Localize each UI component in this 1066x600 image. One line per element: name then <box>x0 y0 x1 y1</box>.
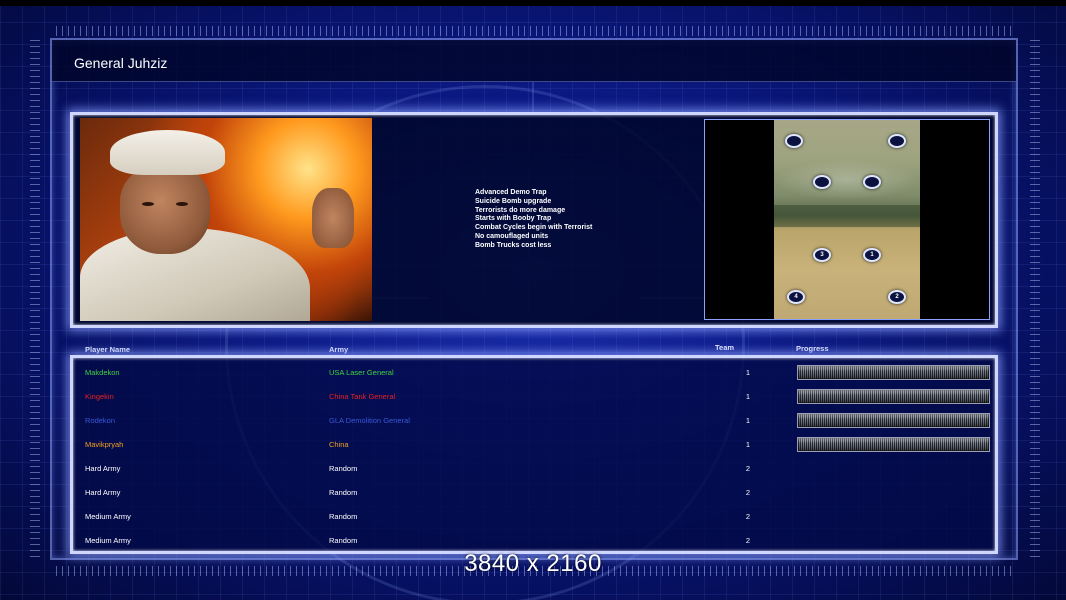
player-name: Hard Army <box>85 464 121 473</box>
table-row: Makdekon USA Laser General 1 <box>76 361 992 385</box>
player-name: Makdekon <box>85 368 120 377</box>
spawn-point-marker[interactable]: 2 <box>888 290 906 304</box>
spawn-point-marker[interactable] <box>863 175 881 189</box>
general-portrait <box>80 118 372 321</box>
player-army: Random <box>329 512 358 521</box>
player-name: Hard Army <box>85 488 121 497</box>
portrait-face <box>120 166 210 254</box>
feature-item: Suicide Bomb upgrade <box>475 197 552 205</box>
feature-item: No camouflaged units <box>475 232 549 240</box>
top-ruler <box>56 26 1016 36</box>
player-team: 1 <box>745 368 751 377</box>
portrait-hand <box>312 188 354 248</box>
table-row: Hard Army Random 2 <box>76 457 992 481</box>
general-title: General Juhziz <box>74 55 168 71</box>
left-ruler <box>30 40 40 560</box>
right-ruler <box>1030 40 1040 560</box>
player-team: 2 <box>745 512 751 521</box>
table-row: Hard Army Random 2 <box>76 481 992 505</box>
spawn-point-marker[interactable] <box>785 134 803 148</box>
spawn-point-marker[interactable]: 3 <box>813 248 831 262</box>
player-name: Medium Army <box>85 512 131 521</box>
player-team: 1 <box>745 392 751 401</box>
loading-progress-bar <box>797 437 990 452</box>
player-team: 1 <box>745 440 751 449</box>
spawn-point-marker[interactable]: 4 <box>787 290 805 304</box>
feature-item: Bomb Trucks cost less <box>475 241 552 249</box>
spawn-point-marker[interactable] <box>888 134 906 148</box>
player-army: USA Laser General <box>329 368 394 377</box>
column-header-army: Army <box>329 345 349 354</box>
portrait-turban <box>110 130 225 175</box>
table-row: Rodekon GLA Demolition General 1 <box>76 409 992 433</box>
portrait-eye-right <box>176 202 188 206</box>
header-bar <box>52 40 1016 82</box>
loading-progress-bar <box>797 365 990 380</box>
column-header-team: Team <box>715 343 735 352</box>
player-team: 2 <box>745 536 751 545</box>
system-strip <box>0 0 1066 6</box>
player-army: China Tank General <box>329 392 396 401</box>
player-name: Medium Army <box>85 536 131 545</box>
player-army: Random <box>329 464 358 473</box>
player-name: Rodekon <box>85 416 116 425</box>
feature-item: Starts with Booby Trap <box>475 215 552 223</box>
player-army: Random <box>329 536 358 545</box>
table-row: Kingekin China Tank General 1 <box>76 385 992 409</box>
feature-item: Combat Cycles begin with Terrorist <box>475 224 593 232</box>
feature-item: Terrorists do more damage <box>475 206 566 214</box>
table-row: Mavikpryah China 1 <box>76 433 992 457</box>
player-name: Mavikpryah <box>85 440 124 449</box>
map-terrain-ridge <box>774 205 920 227</box>
resolution-watermark: 3840 x 2160 <box>464 550 602 577</box>
feature-item: Advanced Demo Trap <box>475 189 547 196</box>
loading-progress-bar <box>797 389 990 404</box>
spawn-point-marker[interactable] <box>813 175 831 189</box>
player-army: Random <box>329 488 358 497</box>
player-team: 2 <box>745 464 751 473</box>
player-team: 1 <box>745 416 751 425</box>
general-features-list: Advanced Demo Trap Suicide Bomb upgrade … <box>475 189 675 251</box>
player-army: China <box>329 440 349 449</box>
column-header-player-name: Player Name <box>85 345 131 354</box>
map-terrain-highlight <box>774 160 920 200</box>
player-team: 2 <box>745 488 751 497</box>
spawn-point-marker[interactable]: 1 <box>863 248 881 262</box>
loading-progress-bar <box>797 413 990 428</box>
table-row: Medium Army Random 2 <box>76 505 992 529</box>
portrait-eye-left <box>142 202 154 206</box>
column-header-progress: Progress <box>796 344 829 353</box>
player-army: GLA Demolition General <box>329 416 410 425</box>
player-name: Kingekin <box>85 392 114 401</box>
